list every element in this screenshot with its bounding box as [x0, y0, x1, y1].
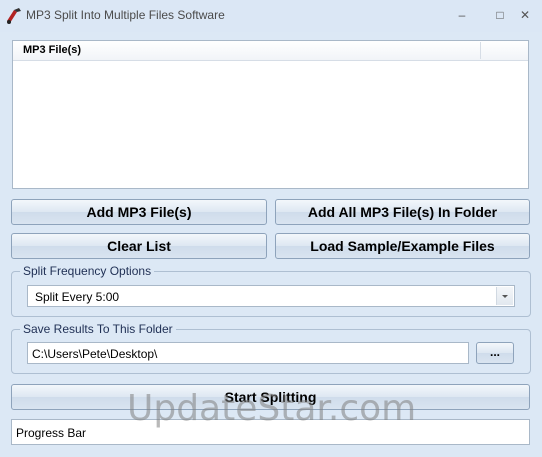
browse-folder-button[interactable]: ...: [476, 342, 514, 364]
window-title: MP3 Split Into Multiple Files Software: [26, 8, 225, 22]
column-separator[interactable]: [480, 42, 481, 59]
clear-list-button[interactable]: Clear List: [11, 233, 267, 259]
minimize-button[interactable]: –: [449, 5, 475, 25]
chevron-down-icon[interactable]: [496, 287, 513, 305]
maximize-button[interactable]: □: [487, 5, 513, 25]
title-bar[interactable]: MP3 Split Into Multiple Files Software –…: [0, 0, 542, 32]
start-splitting-button[interactable]: Start Splitting: [11, 384, 530, 410]
list-header[interactable]: MP3 File(s): [13, 41, 528, 61]
load-sample-button[interactable]: Load Sample/Example Files: [275, 233, 530, 259]
add-folder-button[interactable]: Add All MP3 File(s) In Folder: [275, 199, 530, 225]
progress-bar: Progress Bar: [11, 419, 530, 445]
save-folder-path: C:\Users\Pete\Desktop\: [32, 347, 158, 361]
split-frequency-value: Split Every 5:00: [35, 290, 120, 304]
column-header-mp3-files[interactable]: MP3 File(s): [23, 44, 81, 56]
close-button[interactable]: ✕: [512, 5, 538, 25]
add-mp3-files-button[interactable]: Add MP3 File(s): [11, 199, 267, 225]
split-frequency-legend: Split Frequency Options: [20, 264, 155, 278]
app-icon: [7, 8, 21, 24]
progress-bar-label: Progress Bar: [16, 426, 87, 440]
split-frequency-select[interactable]: Split Every 5:00: [27, 285, 515, 307]
save-folder-legend: Save Results To This Folder: [20, 322, 176, 336]
mp3-file-list[interactable]: MP3 File(s): [12, 40, 529, 189]
save-folder-input[interactable]: C:\Users\Pete\Desktop\: [27, 342, 469, 364]
